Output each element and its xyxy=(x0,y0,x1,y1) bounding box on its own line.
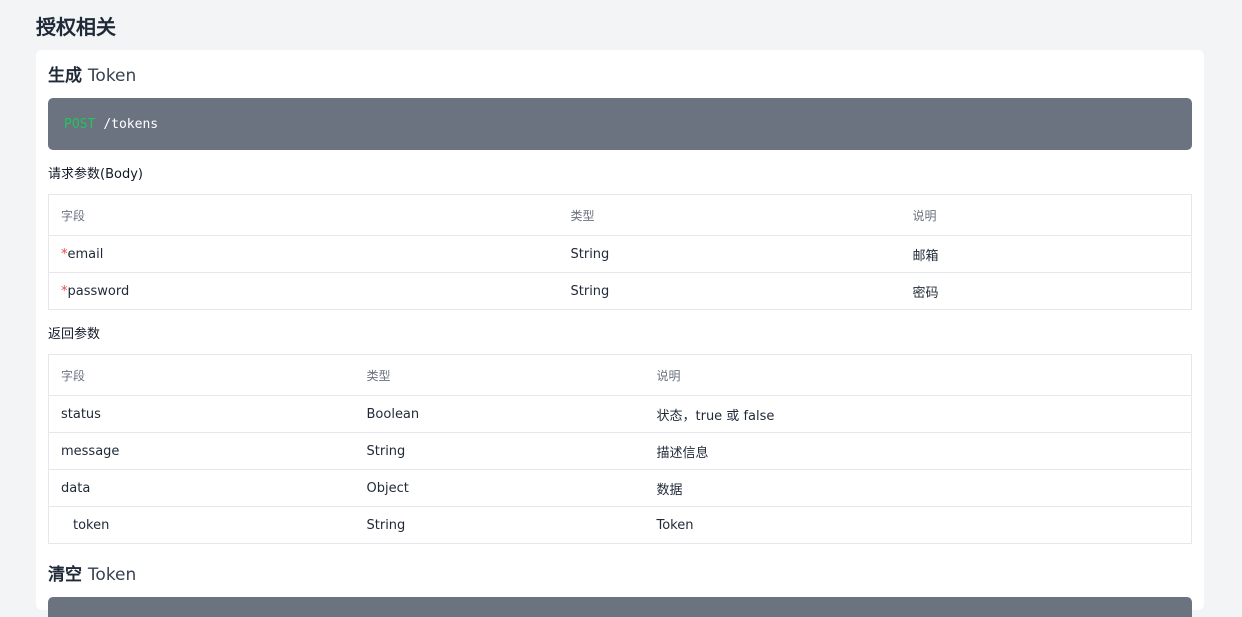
section-title-en: Token xyxy=(87,565,137,585)
desc-cell: 邮箱 xyxy=(900,235,1192,273)
type-cell: String xyxy=(558,235,901,273)
request-params-table: 字段 类型 说明 *email String 邮箱 *password Stri… xyxy=(48,194,1192,310)
column-header-desc: 说明 xyxy=(900,194,1192,236)
section-title-cn: 生成 xyxy=(48,66,82,86)
type-cell: Object xyxy=(354,469,645,507)
field-cell-nested: token xyxy=(73,517,110,533)
type-cell: String xyxy=(570,283,610,299)
field-cell: status xyxy=(48,395,355,433)
table-row: token String Token xyxy=(49,507,1192,544)
desc-cell: 数据 xyxy=(644,469,1192,507)
column-header-type: 类型 xyxy=(354,354,645,396)
desc-cell: 密码 xyxy=(912,285,939,301)
table-header-row: 字段 类型 说明 xyxy=(48,194,1192,236)
field-cell: *password xyxy=(49,273,559,310)
field-cell: message xyxy=(48,432,355,470)
endpoint-path: /tokens xyxy=(103,116,159,132)
column-header-field: 字段 xyxy=(48,194,559,236)
type-cell: String xyxy=(366,517,406,533)
section-title-generate-token: 生成 Token xyxy=(48,65,1192,87)
http-method: POST xyxy=(64,116,96,132)
field-cell: *email xyxy=(48,235,559,273)
type-cell: Boolean xyxy=(354,395,645,433)
api-card: 生成 Token POST /tokens 请求参数(Body) 字段 类型 说… xyxy=(36,50,1204,617)
page-title: 授权相关 xyxy=(36,15,116,39)
field-cell: data xyxy=(48,469,355,507)
column-header-field: 字段 xyxy=(48,354,355,396)
table-row: *password String 密码 xyxy=(49,273,1192,310)
field-name: email xyxy=(67,246,104,262)
table-row: data Object 数据 xyxy=(48,469,1192,507)
desc-cell: Token xyxy=(656,517,694,533)
endpoint-code-block: POST /tokens xyxy=(48,98,1192,150)
section-title-clear-token: 清空 Token xyxy=(48,564,1192,586)
table-row: *email String 邮箱 xyxy=(48,235,1192,273)
response-params-heading: 返回参数 xyxy=(48,327,101,342)
field-name: password xyxy=(67,283,130,299)
response-params-table: 字段 类型 说明 status Boolean 状态，true 或 false … xyxy=(48,354,1192,544)
desc-cell: 状态，true 或 false xyxy=(644,395,1192,433)
table-row: status Boolean 状态，true 或 false xyxy=(48,395,1192,433)
request-params-heading: 请求参数(Body) xyxy=(48,167,143,182)
column-header-type: 类型 xyxy=(558,194,901,236)
table-header-row: 字段 类型 说明 xyxy=(48,354,1192,396)
type-cell: String xyxy=(354,432,645,470)
section-title-cn: 清空 xyxy=(48,565,82,585)
endpoint-code-block xyxy=(48,597,1192,617)
section-title-en: Token xyxy=(87,66,137,86)
table-row: message String 描述信息 xyxy=(48,432,1192,470)
desc-cell: 描述信息 xyxy=(644,432,1192,470)
column-header-desc: 说明 xyxy=(644,354,1192,396)
